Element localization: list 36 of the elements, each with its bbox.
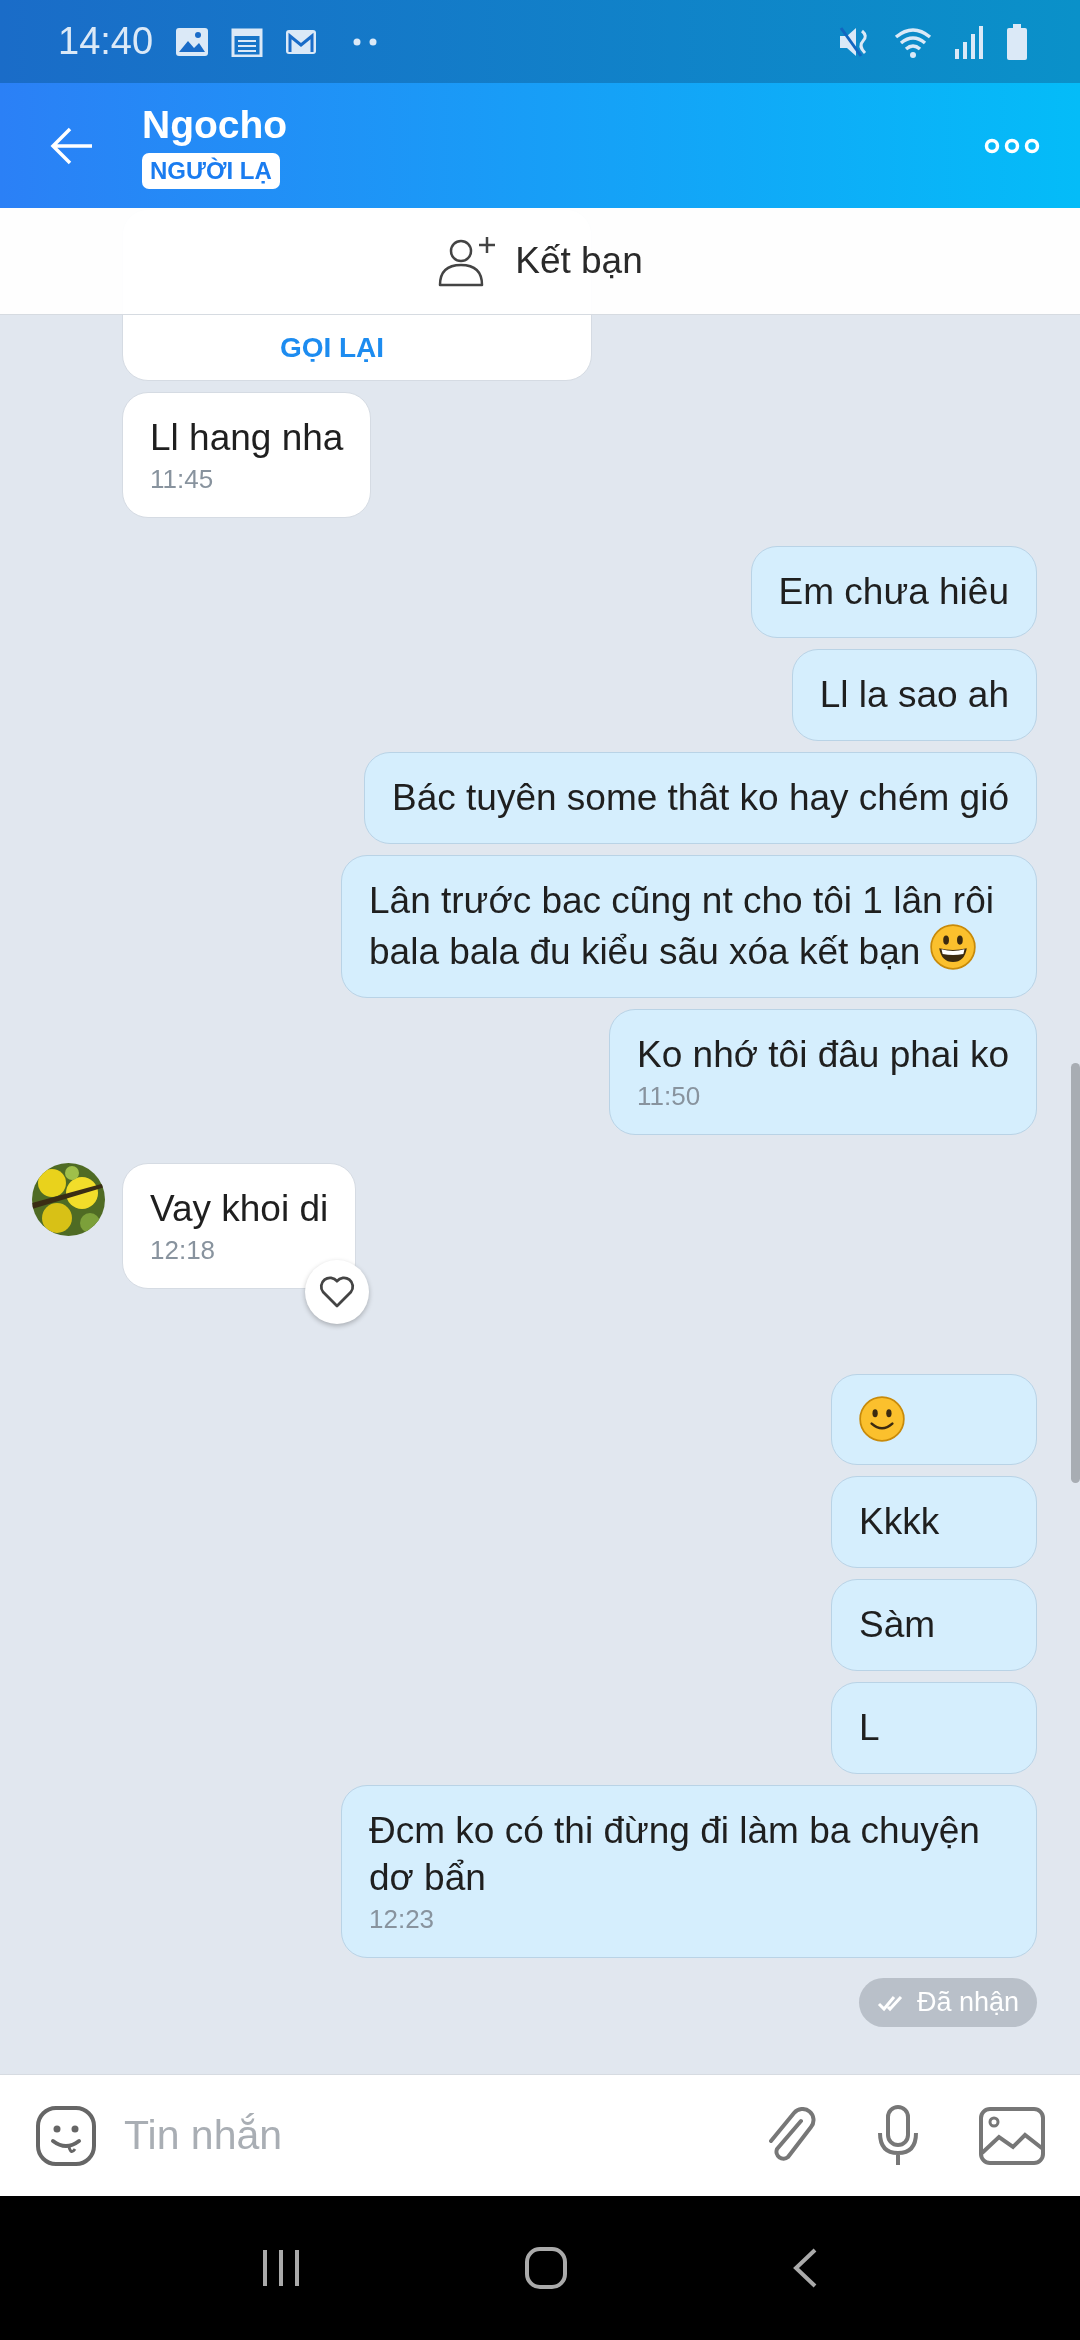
status-time: 14:40: [58, 20, 154, 63]
microphone-button[interactable]: [877, 2104, 919, 2167]
smiling-face-icon: [859, 1396, 905, 1442]
heart-icon: [318, 1275, 356, 1309]
message-time: 11:45: [150, 463, 214, 495]
back-button[interactable]: [50, 125, 94, 166]
delivery-status-text: Đã nhận: [916, 1987, 1019, 2018]
message-time: 11:50: [637, 1080, 701, 1112]
battery-icon: [1006, 23, 1028, 60]
message-text: Bác tuyên some thât ko hay chém gió: [392, 776, 1009, 820]
mail-icon: [285, 27, 318, 56]
message-text: Kkkk: [859, 1500, 940, 1544]
message-time: 12:23: [369, 1903, 435, 1935]
message-text: Ll la sao ah: [819, 673, 1009, 717]
message-text: L: [859, 1706, 880, 1750]
message-text: Sàm: [859, 1603, 936, 1647]
like-button[interactable]: [305, 1260, 369, 1324]
contact-name: Ngocho: [142, 102, 288, 147]
message-text: Em chưa hiêu: [778, 570, 1009, 614]
gallery-button[interactable]: [979, 2106, 1045, 2165]
message-text: Lân trước bac cũng nt cho tôi 1 lân rôi bala bala đu kiểu sãu xóa kết bạn: [369, 879, 995, 974]
stranger-tag: NGƯỜI LẠ: [142, 152, 280, 189]
add-friend-button[interactable]: Kết bạn: [0, 208, 1080, 315]
message-time: 12:18: [150, 1234, 216, 1266]
home-button[interactable]: [524, 2246, 568, 2290]
message-text: Ll hang nha: [150, 416, 344, 460]
message-text: Đcm ko có thi đừng đi làm ba chuyện dơ bẩn: [369, 1809, 981, 1900]
image-icon: [175, 26, 210, 57]
signal-icon: [954, 24, 984, 59]
message-text: Ko nhớ tôi đâu phai ko: [637, 1033, 1009, 1077]
recent-apps-button[interactable]: [261, 2248, 302, 2288]
message-text: Vay khoi di: [150, 1187, 329, 1231]
calendar-icon: [231, 26, 264, 57]
double-check-icon: [876, 1993, 905, 2012]
sticker-button[interactable]: [35, 2104, 97, 2167]
add-person-icon: [437, 235, 498, 287]
